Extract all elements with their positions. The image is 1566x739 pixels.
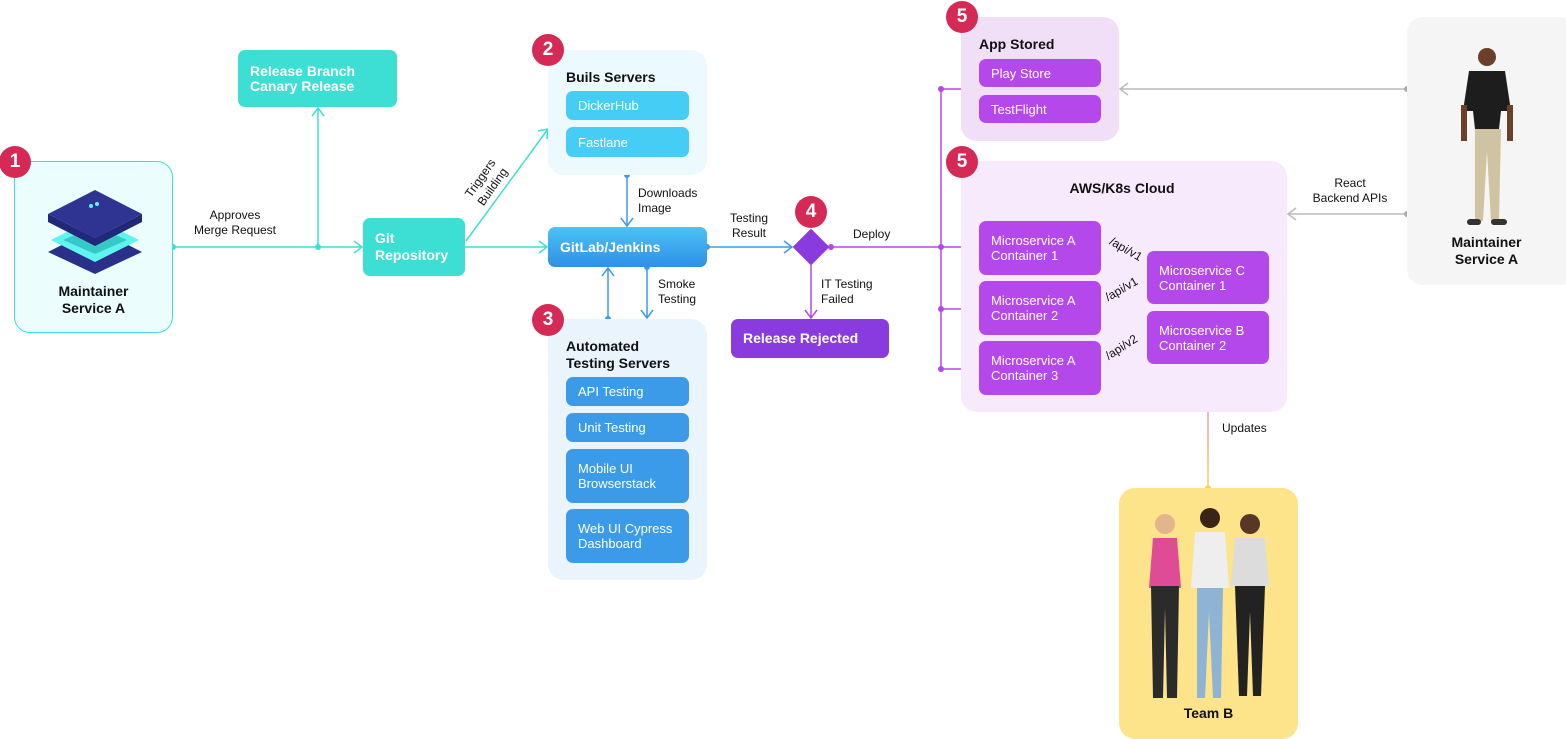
testflight-node[interactable]: TestFlight bbox=[979, 95, 1101, 123]
gitlab-jenkins-node[interactable]: GitLab/Jenkins bbox=[548, 227, 707, 267]
mobile-ui-node[interactable]: Mobile UI Browserstack bbox=[566, 449, 689, 503]
unit-testing-node[interactable]: Unit Testing bbox=[566, 413, 689, 442]
cloud-title: AWS/K8s Cloud bbox=[1069, 180, 1175, 196]
release-branch-node[interactable]: Release Branch Canary Release bbox=[238, 50, 397, 107]
deploy-label: Deploy bbox=[853, 227, 891, 241]
testing-servers-panel: Automated Testing Servers API Testing Uni… bbox=[548, 319, 707, 580]
connectors bbox=[170, 82, 1410, 491]
step-badge-3: 3 bbox=[532, 304, 564, 336]
microservice-c-container-1[interactable]: Microservice C Container 1 bbox=[1147, 251, 1269, 304]
maintainer-service-a-card: Maintainer Service A bbox=[14, 161, 173, 333]
release-rejected-node[interactable]: Release Rejected bbox=[731, 319, 889, 358]
person-illustration bbox=[1461, 48, 1513, 225]
app-stored-panel: App Stored Play Store TestFlight bbox=[961, 17, 1119, 141]
team-b-label: Team B bbox=[1183, 705, 1234, 721]
fastlane-node[interactable]: Fastlane bbox=[566, 127, 689, 157]
updates-label: Updates bbox=[1222, 421, 1267, 435]
microservice-b-container-2[interactable]: Microservice B Container 2 bbox=[1147, 311, 1269, 364]
app-stored-title: App Stored bbox=[979, 36, 1055, 52]
testing-result-label: Testing Result bbox=[729, 211, 769, 240]
web-ui-node[interactable]: Web UI Cypress Dashboard bbox=[566, 509, 689, 563]
maintainer-label: Maintainer Service A bbox=[58, 283, 129, 316]
downloads-label: Downloads Image bbox=[638, 186, 698, 215]
microservice-a-container-3[interactable]: Microservice A Container 3 bbox=[979, 341, 1101, 395]
api-testing-node[interactable]: API Testing bbox=[566, 377, 689, 406]
build-servers-panel: Buils Servers DickerHub Fastlane bbox=[548, 50, 707, 175]
maintainer-person-card: Maintainer Service A bbox=[1407, 17, 1566, 285]
testing-servers-title: Automated Testing Servers bbox=[566, 338, 671, 371]
it-failed-label: IT Testing Failed bbox=[821, 277, 873, 306]
smoke-testing-label: Smoke Testing bbox=[658, 277, 697, 306]
step-badge-5a: 5 bbox=[946, 1, 978, 33]
microservice-a-container-2[interactable]: Microservice A Container 2 bbox=[979, 281, 1101, 335]
step-badge-2: 2 bbox=[532, 34, 564, 66]
step-badge-1: 1 bbox=[0, 146, 31, 178]
maintainer-right-label: Maintainer Service A bbox=[1451, 234, 1522, 267]
microservice-a-container-1[interactable]: Microservice A Container 1 bbox=[979, 221, 1101, 275]
git-repository-node[interactable]: Git Repository bbox=[363, 218, 465, 276]
team-illustration bbox=[1149, 508, 1269, 698]
step-badge-4: 4 bbox=[795, 196, 827, 228]
decision-diamond bbox=[792, 228, 830, 266]
team-b-card: Team B bbox=[1119, 488, 1298, 739]
dockerhub-node[interactable]: DickerHub bbox=[566, 91, 689, 120]
step-badge-5b: 5 bbox=[946, 146, 978, 178]
approves-label: Approves Merge Request bbox=[193, 208, 277, 237]
play-store-node[interactable]: Play Store bbox=[979, 59, 1101, 87]
build-servers-title: Buils Servers bbox=[566, 69, 656, 85]
react-label: React Backend APIs bbox=[1312, 176, 1388, 205]
server-stack-icon bbox=[48, 190, 142, 274]
